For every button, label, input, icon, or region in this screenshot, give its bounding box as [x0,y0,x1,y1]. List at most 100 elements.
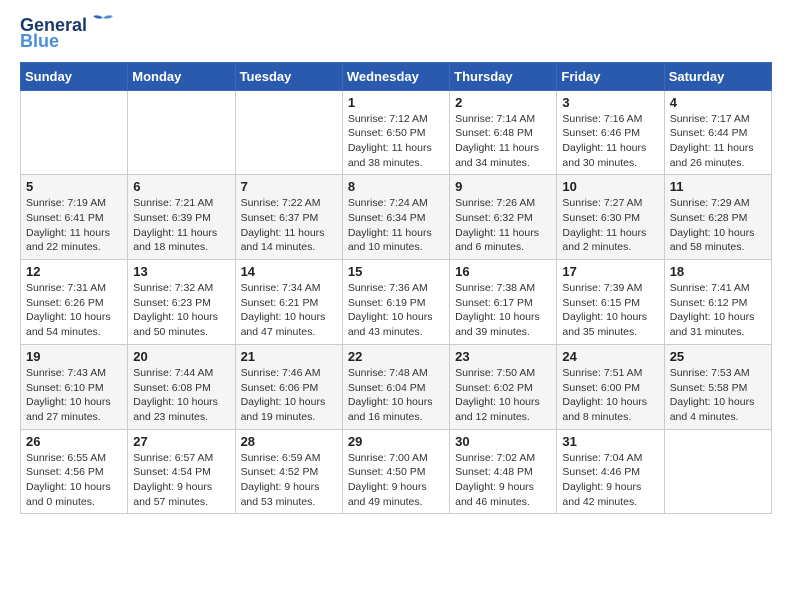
day-number: 31 [562,434,658,449]
day-number: 7 [241,179,337,194]
calendar-cell: 24 Sunrise: 7:51 AM Sunset: 6:00 PM Dayli… [557,344,664,429]
day-number: 6 [133,179,229,194]
day-number: 21 [241,349,337,364]
calendar-cell [128,90,235,175]
day-number: 29 [348,434,444,449]
day-number: 2 [455,95,551,110]
calendar-cell: 17 Sunrise: 7:39 AM Sunset: 6:15 PM Dayli… [557,260,664,345]
day-info: Sunrise: 7:19 AM Sunset: 6:41 PM Dayligh… [26,196,122,255]
day-info: Sunrise: 7:29 AM Sunset: 6:28 PM Dayligh… [670,196,766,255]
day-number: 20 [133,349,229,364]
day-info: Sunrise: 7:17 AM Sunset: 6:44 PM Dayligh… [670,112,766,171]
day-number: 22 [348,349,444,364]
day-number: 5 [26,179,122,194]
day-info: Sunrise: 7:24 AM Sunset: 6:34 PM Dayligh… [348,196,444,255]
day-number: 8 [348,179,444,194]
logo-bird-icon [89,14,117,32]
day-info: Sunrise: 6:55 AM Sunset: 4:56 PM Dayligh… [26,451,122,510]
calendar-cell: 7 Sunrise: 7:22 AM Sunset: 6:37 PM Daylig… [235,175,342,260]
calendar-cell [235,90,342,175]
weekday-header-wednesday: Wednesday [342,62,449,90]
day-number: 26 [26,434,122,449]
logo-blue-text: Blue [20,32,59,52]
calendar-cell: 1 Sunrise: 7:12 AM Sunset: 6:50 PM Daylig… [342,90,449,175]
day-info: Sunrise: 7:53 AM Sunset: 5:58 PM Dayligh… [670,366,766,425]
day-number: 16 [455,264,551,279]
calendar-week-row: 26 Sunrise: 6:55 AM Sunset: 4:56 PM Dayli… [21,429,772,514]
day-info: Sunrise: 7:04 AM Sunset: 4:46 PM Dayligh… [562,451,658,510]
calendar-cell: 21 Sunrise: 7:46 AM Sunset: 6:06 PM Dayli… [235,344,342,429]
day-number: 1 [348,95,444,110]
calendar-cell: 13 Sunrise: 7:32 AM Sunset: 6:23 PM Dayli… [128,260,235,345]
calendar-week-row: 12Sunrise: 7:31 AM Sunset: 6:26 PM Dayli… [21,260,772,345]
calendar-cell: 2 Sunrise: 7:14 AM Sunset: 6:48 PM Daylig… [450,90,557,175]
weekday-header-monday: Monday [128,62,235,90]
weekday-header-row: SundayMondayTuesdayWednesdayThursdayFrid… [21,62,772,90]
calendar-cell: 30 Sunrise: 7:02 AM Sunset: 4:48 PM Dayli… [450,429,557,514]
calendar-cell: 18 Sunrise: 7:41 AM Sunset: 6:12 PM Dayli… [664,260,771,345]
day-number: 27 [133,434,229,449]
calendar-cell [21,90,128,175]
day-info: Sunrise: 7:48 AM Sunset: 6:04 PM Dayligh… [348,366,444,425]
day-info: Sunrise: 7:36 AM Sunset: 6:19 PM Dayligh… [348,281,444,340]
calendar-week-row: 5 Sunrise: 7:19 AM Sunset: 6:41 PM Daylig… [21,175,772,260]
calendar-cell: 9 Sunrise: 7:26 AM Sunset: 6:32 PM Daylig… [450,175,557,260]
calendar-cell: 4 Sunrise: 7:17 AM Sunset: 6:44 PM Daylig… [664,90,771,175]
day-info: Sunrise: 7:43 AM Sunset: 6:10 PM Dayligh… [26,366,122,425]
weekday-header-thursday: Thursday [450,62,557,90]
day-info: Sunrise: 7:39 AM Sunset: 6:15 PM Dayligh… [562,281,658,340]
day-number: 14 [241,264,337,279]
calendar-cell: 28 Sunrise: 6:59 AM Sunset: 4:52 PM Dayli… [235,429,342,514]
calendar-cell [664,429,771,514]
calendar-cell: 10Sunrise: 7:27 AM Sunset: 6:30 PM Dayli… [557,175,664,260]
logo: General Blue [20,16,117,52]
day-number: 28 [241,434,337,449]
day-info: Sunrise: 6:59 AM Sunset: 4:52 PM Dayligh… [241,451,337,510]
day-number: 4 [670,95,766,110]
weekday-header-sunday: Sunday [21,62,128,90]
calendar-cell: 6 Sunrise: 7:21 AM Sunset: 6:39 PM Daylig… [128,175,235,260]
day-number: 13 [133,264,229,279]
page: General Blue SundayMondayTuesdayWednesda… [0,0,792,530]
day-info: Sunrise: 7:46 AM Sunset: 6:06 PM Dayligh… [241,366,337,425]
day-info: Sunrise: 7:26 AM Sunset: 6:32 PM Dayligh… [455,196,551,255]
day-number: 24 [562,349,658,364]
day-info: Sunrise: 7:00 AM Sunset: 4:50 PM Dayligh… [348,451,444,510]
calendar-cell: 19 Sunrise: 7:43 AM Sunset: 6:10 PM Dayli… [21,344,128,429]
calendar-cell: 29 Sunrise: 7:00 AM Sunset: 4:50 PM Dayli… [342,429,449,514]
calendar-cell: 16Sunrise: 7:38 AM Sunset: 6:17 PM Dayli… [450,260,557,345]
calendar-cell: 26 Sunrise: 6:55 AM Sunset: 4:56 PM Dayli… [21,429,128,514]
day-info: Sunrise: 7:34 AM Sunset: 6:21 PM Dayligh… [241,281,337,340]
calendar-cell: 12Sunrise: 7:31 AM Sunset: 6:26 PM Dayli… [21,260,128,345]
day-info: Sunrise: 7:22 AM Sunset: 6:37 PM Dayligh… [241,196,337,255]
calendar-cell: 3 Sunrise: 7:16 AM Sunset: 6:46 PM Daylig… [557,90,664,175]
calendar-cell: 22 Sunrise: 7:48 AM Sunset: 6:04 PM Dayli… [342,344,449,429]
day-info: Sunrise: 7:02 AM Sunset: 4:48 PM Dayligh… [455,451,551,510]
day-info: Sunrise: 7:44 AM Sunset: 6:08 PM Dayligh… [133,366,229,425]
day-number: 17 [562,264,658,279]
day-number: 9 [455,179,551,194]
calendar-week-row: 19 Sunrise: 7:43 AM Sunset: 6:10 PM Dayli… [21,344,772,429]
day-number: 19 [26,349,122,364]
header: General Blue [20,16,772,52]
day-info: Sunrise: 7:32 AM Sunset: 6:23 PM Dayligh… [133,281,229,340]
calendar-cell: 25Sunrise: 7:53 AM Sunset: 5:58 PM Dayli… [664,344,771,429]
day-info: Sunrise: 7:12 AM Sunset: 6:50 PM Dayligh… [348,112,444,171]
day-info: Sunrise: 7:51 AM Sunset: 6:00 PM Dayligh… [562,366,658,425]
day-number: 10 [562,179,658,194]
calendar-cell: 20 Sunrise: 7:44 AM Sunset: 6:08 PM Dayli… [128,344,235,429]
day-info: Sunrise: 7:41 AM Sunset: 6:12 PM Dayligh… [670,281,766,340]
day-number: 23 [455,349,551,364]
day-info: Sunrise: 7:21 AM Sunset: 6:39 PM Dayligh… [133,196,229,255]
day-number: 30 [455,434,551,449]
day-info: Sunrise: 7:50 AM Sunset: 6:02 PM Dayligh… [455,366,551,425]
day-number: 3 [562,95,658,110]
day-number: 11 [670,179,766,194]
calendar-cell: 15Sunrise: 7:36 AM Sunset: 6:19 PM Dayli… [342,260,449,345]
calendar-cell: 23 Sunrise: 7:50 AM Sunset: 6:02 PM Dayli… [450,344,557,429]
day-info: Sunrise: 7:14 AM Sunset: 6:48 PM Dayligh… [455,112,551,171]
day-info: Sunrise: 7:16 AM Sunset: 6:46 PM Dayligh… [562,112,658,171]
day-number: 18 [670,264,766,279]
weekday-header-friday: Friday [557,62,664,90]
calendar-week-row: 1 Sunrise: 7:12 AM Sunset: 6:50 PM Daylig… [21,90,772,175]
